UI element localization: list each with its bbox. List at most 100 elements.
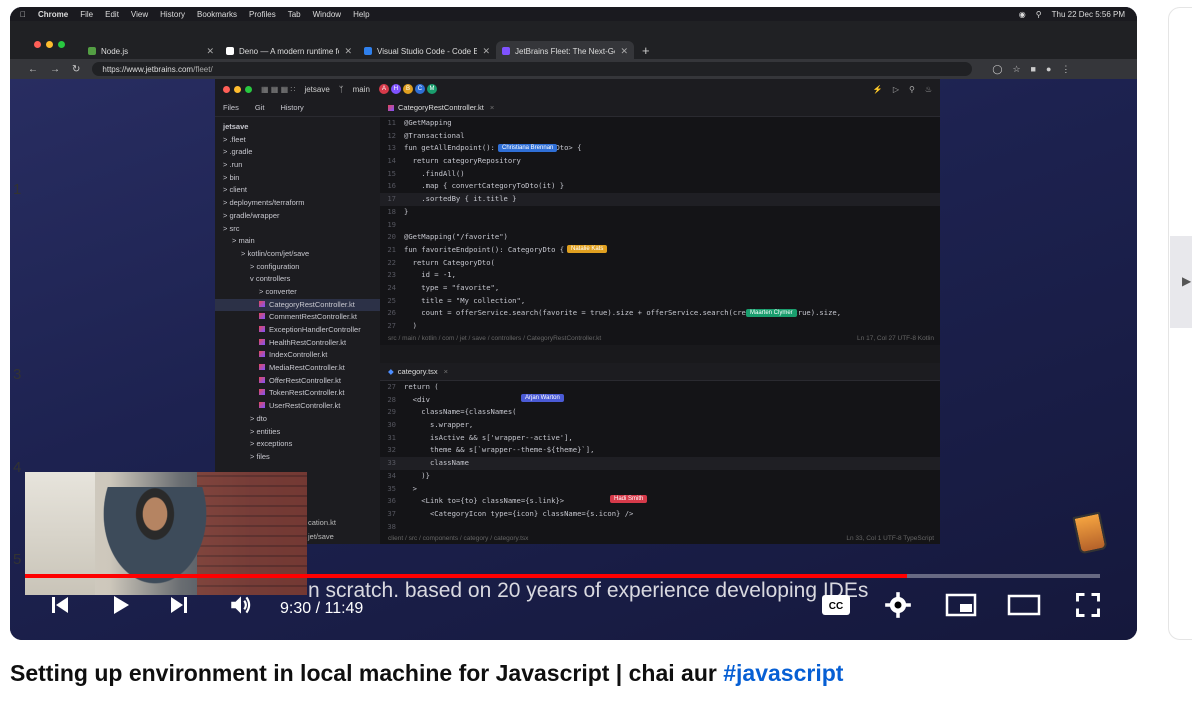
file-tree-item[interactable]: CommentRestController.kt: [215, 311, 380, 324]
file-tree-item[interactable]: TokenRestController.kt: [215, 387, 380, 400]
zoom-window-icon: [245, 85, 252, 93]
settings-button[interactable]: [880, 587, 916, 623]
skip-previous-icon: [52, 597, 68, 613]
file-tree-item[interactable]: OfferRestController.kt: [215, 375, 380, 388]
code-text: .map { convertCategoryToDto(it) }: [404, 181, 565, 191]
code-area: 11 @GetMapping 12 @Transactional 13 fun getAl…: [380, 117, 940, 333]
file-tree-item[interactable]: > deployments/terraform: [215, 197, 380, 210]
close-icon: ✕: [620, 45, 628, 56]
kotlin-file-icon: [259, 338, 265, 345]
file-tree-item[interactable]: > .gradle: [215, 146, 380, 159]
line-number: 16: [387, 181, 396, 191]
ide-titlebar: ▦ ▦ ▦ ∷ jetsave ᛉ main A H B C M ⚡ ▷ ⚲ ♨: [215, 79, 940, 99]
line-number: 34: [387, 470, 396, 480]
file-tree-label: > main: [232, 236, 255, 246]
code-text: <Link to={to} className={s.link}>: [404, 496, 565, 506]
menu-bookmarks: Bookmarks: [191, 9, 237, 19]
app-name: Chrome: [32, 9, 68, 19]
playlist-item-active[interactable]: ▶: [1170, 236, 1192, 328]
line-number: 15: [387, 168, 396, 178]
code-line: 11 @GetMapping: [380, 117, 940, 130]
captions-button[interactable]: CC: [818, 587, 854, 623]
file-tree-label: > src: [223, 223, 240, 233]
fullscreen-button[interactable]: [1070, 587, 1106, 623]
branch-icon: ᛉ: [338, 84, 344, 94]
file-tree-item[interactable]: MediaRestController.kt: [215, 362, 380, 375]
tab-title: Visual Studio Code - Code Ed: [377, 46, 478, 56]
menu-tab: Tab: [281, 9, 301, 19]
file-tree-item[interactable]: > client: [215, 184, 380, 197]
kotlin-file-icon: [259, 300, 265, 307]
menu-help: Help: [347, 9, 369, 19]
hashtag-link[interactable]: #javascript: [723, 660, 843, 686]
closed-captions-icon: CC: [822, 595, 850, 615]
video-player[interactable]:  Chrome File Edit View History Bookmark…: [10, 7, 1137, 640]
volume-button[interactable]: [223, 587, 259, 623]
file-tree-item[interactable]: > entities: [215, 426, 380, 439]
file-tree-item[interactable]: > kotlin/com/jet/save: [215, 248, 380, 261]
file-tree-item[interactable]: > dto: [215, 413, 380, 426]
plus-icon: +: [642, 43, 650, 58]
file-tree-label: OfferRestController.kt: [269, 375, 341, 385]
file-tree-item[interactable]: jetsave: [215, 121, 380, 134]
forward-icon: →: [50, 63, 60, 75]
file-path: src / main / kotlin / com / jet / save /…: [388, 334, 602, 342]
miniplayer-button[interactable]: [943, 587, 979, 623]
menu-view: View: [124, 9, 148, 19]
close-icon: ✕: [206, 45, 214, 56]
file-tree-item[interactable]: > files: [215, 451, 380, 464]
code-text: type = "favorite",: [404, 282, 500, 292]
play-button[interactable]: [102, 587, 138, 623]
file-tree-item[interactable]: CategoryRestController.kt: [215, 298, 380, 312]
code-line: 24 type = "favorite",: [380, 282, 940, 295]
code-text: @GetMapping("/favorite"): [404, 232, 508, 242]
file-tree-item[interactable]: > bin: [215, 172, 380, 185]
close-window-icon: [34, 41, 41, 48]
file-tree-label: CategoryRestController.kt: [269, 299, 355, 309]
file-tree-item[interactable]: > configuration: [215, 261, 380, 274]
code-line: 18}: [380, 206, 940, 219]
line-number: 27: [387, 321, 396, 330]
file-tree-item[interactable]: v controllers: [215, 273, 380, 286]
run-icon: ▷: [892, 84, 899, 94]
file-tree-item[interactable]: HealthRestController.kt: [215, 337, 380, 350]
next-button[interactable]: [161, 587, 197, 623]
clock: Thu 22 Dec 5:56 PM: [1051, 9, 1125, 19]
line-number: 30: [387, 420, 396, 430]
previous-button[interactable]: [42, 587, 78, 623]
tab-files: Files: [223, 103, 239, 112]
file-path: client / src / components / category / c…: [388, 535, 529, 543]
file-tree-item[interactable]: > gradle/wrapper: [215, 210, 380, 223]
file-tree-item[interactable]: > converter: [215, 286, 380, 299]
file-tree-label: TokenRestController.kt: [269, 388, 345, 398]
code-text: return (: [404, 382, 439, 391]
skip-next-icon: [171, 597, 187, 613]
line-number: 36: [387, 496, 396, 506]
project-name: jetsave: [304, 84, 330, 94]
file-tree-item[interactable]: ExceptionHandlerController: [215, 324, 380, 337]
file-tree-label: > .run: [223, 160, 243, 170]
branch-name: main: [352, 84, 370, 94]
file-tree-item[interactable]: > src: [215, 223, 380, 236]
gear-icon: [885, 592, 911, 618]
file-tree-label: v controllers: [250, 274, 291, 284]
file-tree-item[interactable]: > .fleet: [215, 134, 380, 147]
file-tree-item[interactable]: > exceptions: [215, 438, 380, 451]
playlist-index: 4: [13, 459, 22, 476]
file-tree-item[interactable]: > main: [215, 235, 380, 248]
code-line: 28 <div: [380, 394, 940, 407]
wifi-icon: ◉: [1018, 9, 1026, 19]
theater-icon: [1007, 594, 1041, 616]
code-text: return categoryRepository: [404, 156, 521, 166]
file-tree-label: HealthRestController.kt: [269, 337, 347, 347]
video-title: Setting up environment in local machine …: [10, 660, 843, 687]
file-tree-item[interactable]: IndexController.kt: [215, 349, 380, 362]
playlist-index: 1: [13, 181, 22, 198]
search-icon: ⚲: [1035, 9, 1042, 19]
theater-mode-button[interactable]: [1006, 587, 1042, 623]
file-tree-item[interactable]: UserRestController.kt: [215, 400, 380, 413]
tab-history: History: [280, 103, 304, 112]
code-text: .findAll(): [404, 168, 465, 178]
menubar-status: ◉ ⚲ Thu 22 Dec 5:56 PM: [1019, 10, 1137, 19]
file-tree-item[interactable]: > .run: [215, 159, 380, 172]
